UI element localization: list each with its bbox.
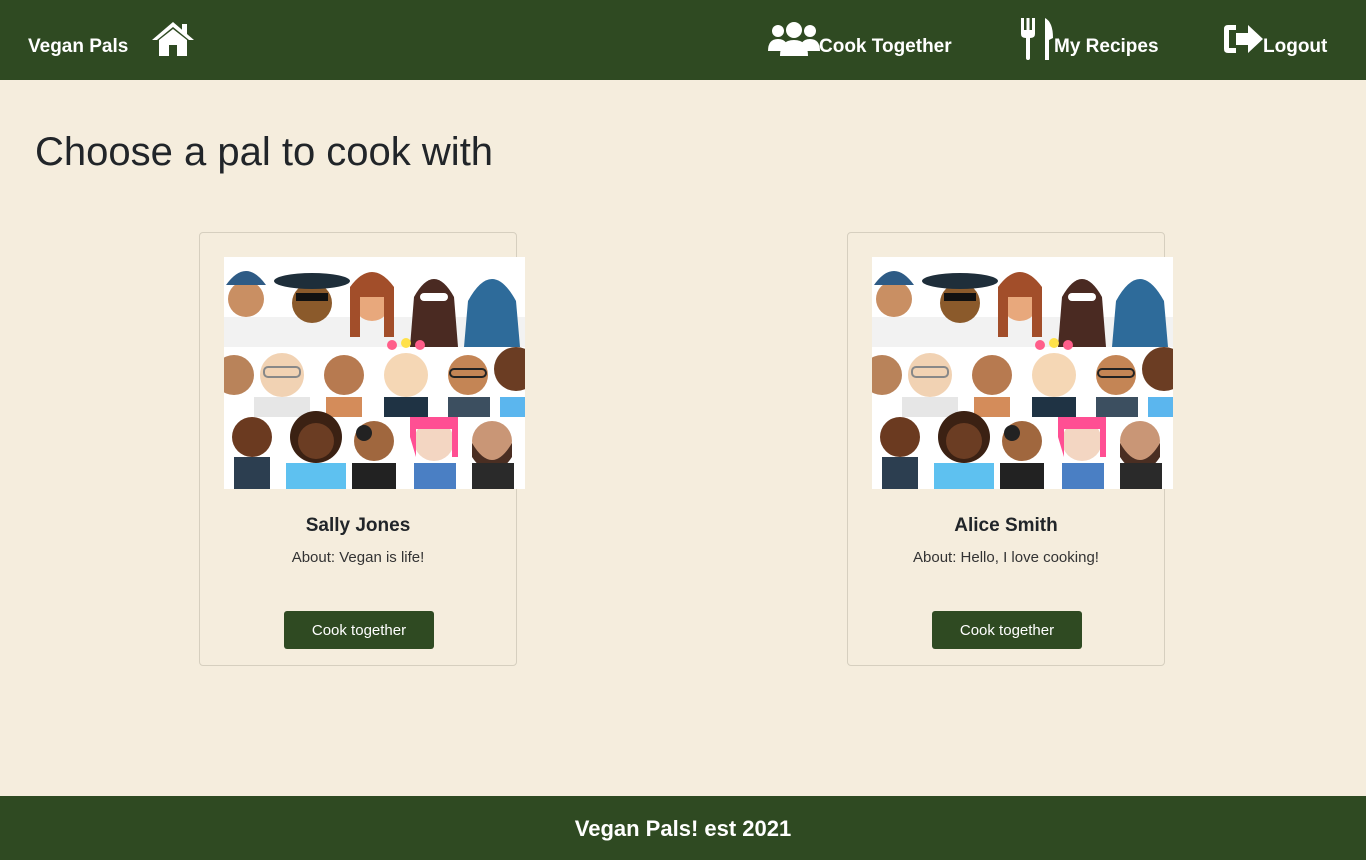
users-icon[interactable] [768,21,820,57]
logout-icon[interactable] [1222,22,1264,56]
pal-card: Sally Jones About: Vegan is life! Cook t… [199,232,525,666]
nav-cook-together[interactable]: Cook Together [819,36,952,58]
footer-text: Vegan Pals! est 2021 [574,816,792,841]
top-navbar: Vegan Pals Cook Together My Recipes Logo… [0,0,1366,80]
pal-avatar-image [224,257,525,489]
footer: Vegan Pals! est 2021 [0,796,1366,860]
cook-together-button[interactable]: Cook together [284,611,434,649]
pal-card: Alice Smith About: Hello, I love cooking… [847,232,1173,666]
cook-together-button[interactable]: Cook together [932,611,1082,649]
nav-my-recipes[interactable]: My Recipes [1054,36,1159,58]
utensils-icon[interactable] [1019,18,1055,60]
pal-avatar-image [872,257,1173,489]
pal-about: About: Hello, I love cooking! [913,549,1099,566]
pal-name: Alice Smith [954,515,1058,536]
page-title: Choose a pal to cook with [35,130,494,174]
brand-link[interactable]: Vegan Pals [28,36,128,58]
pal-about: About: Vegan is life! [291,549,425,566]
home-icon[interactable] [150,20,196,58]
nav-logout[interactable]: Logout [1263,36,1327,58]
pal-name: Sally Jones [305,515,411,536]
